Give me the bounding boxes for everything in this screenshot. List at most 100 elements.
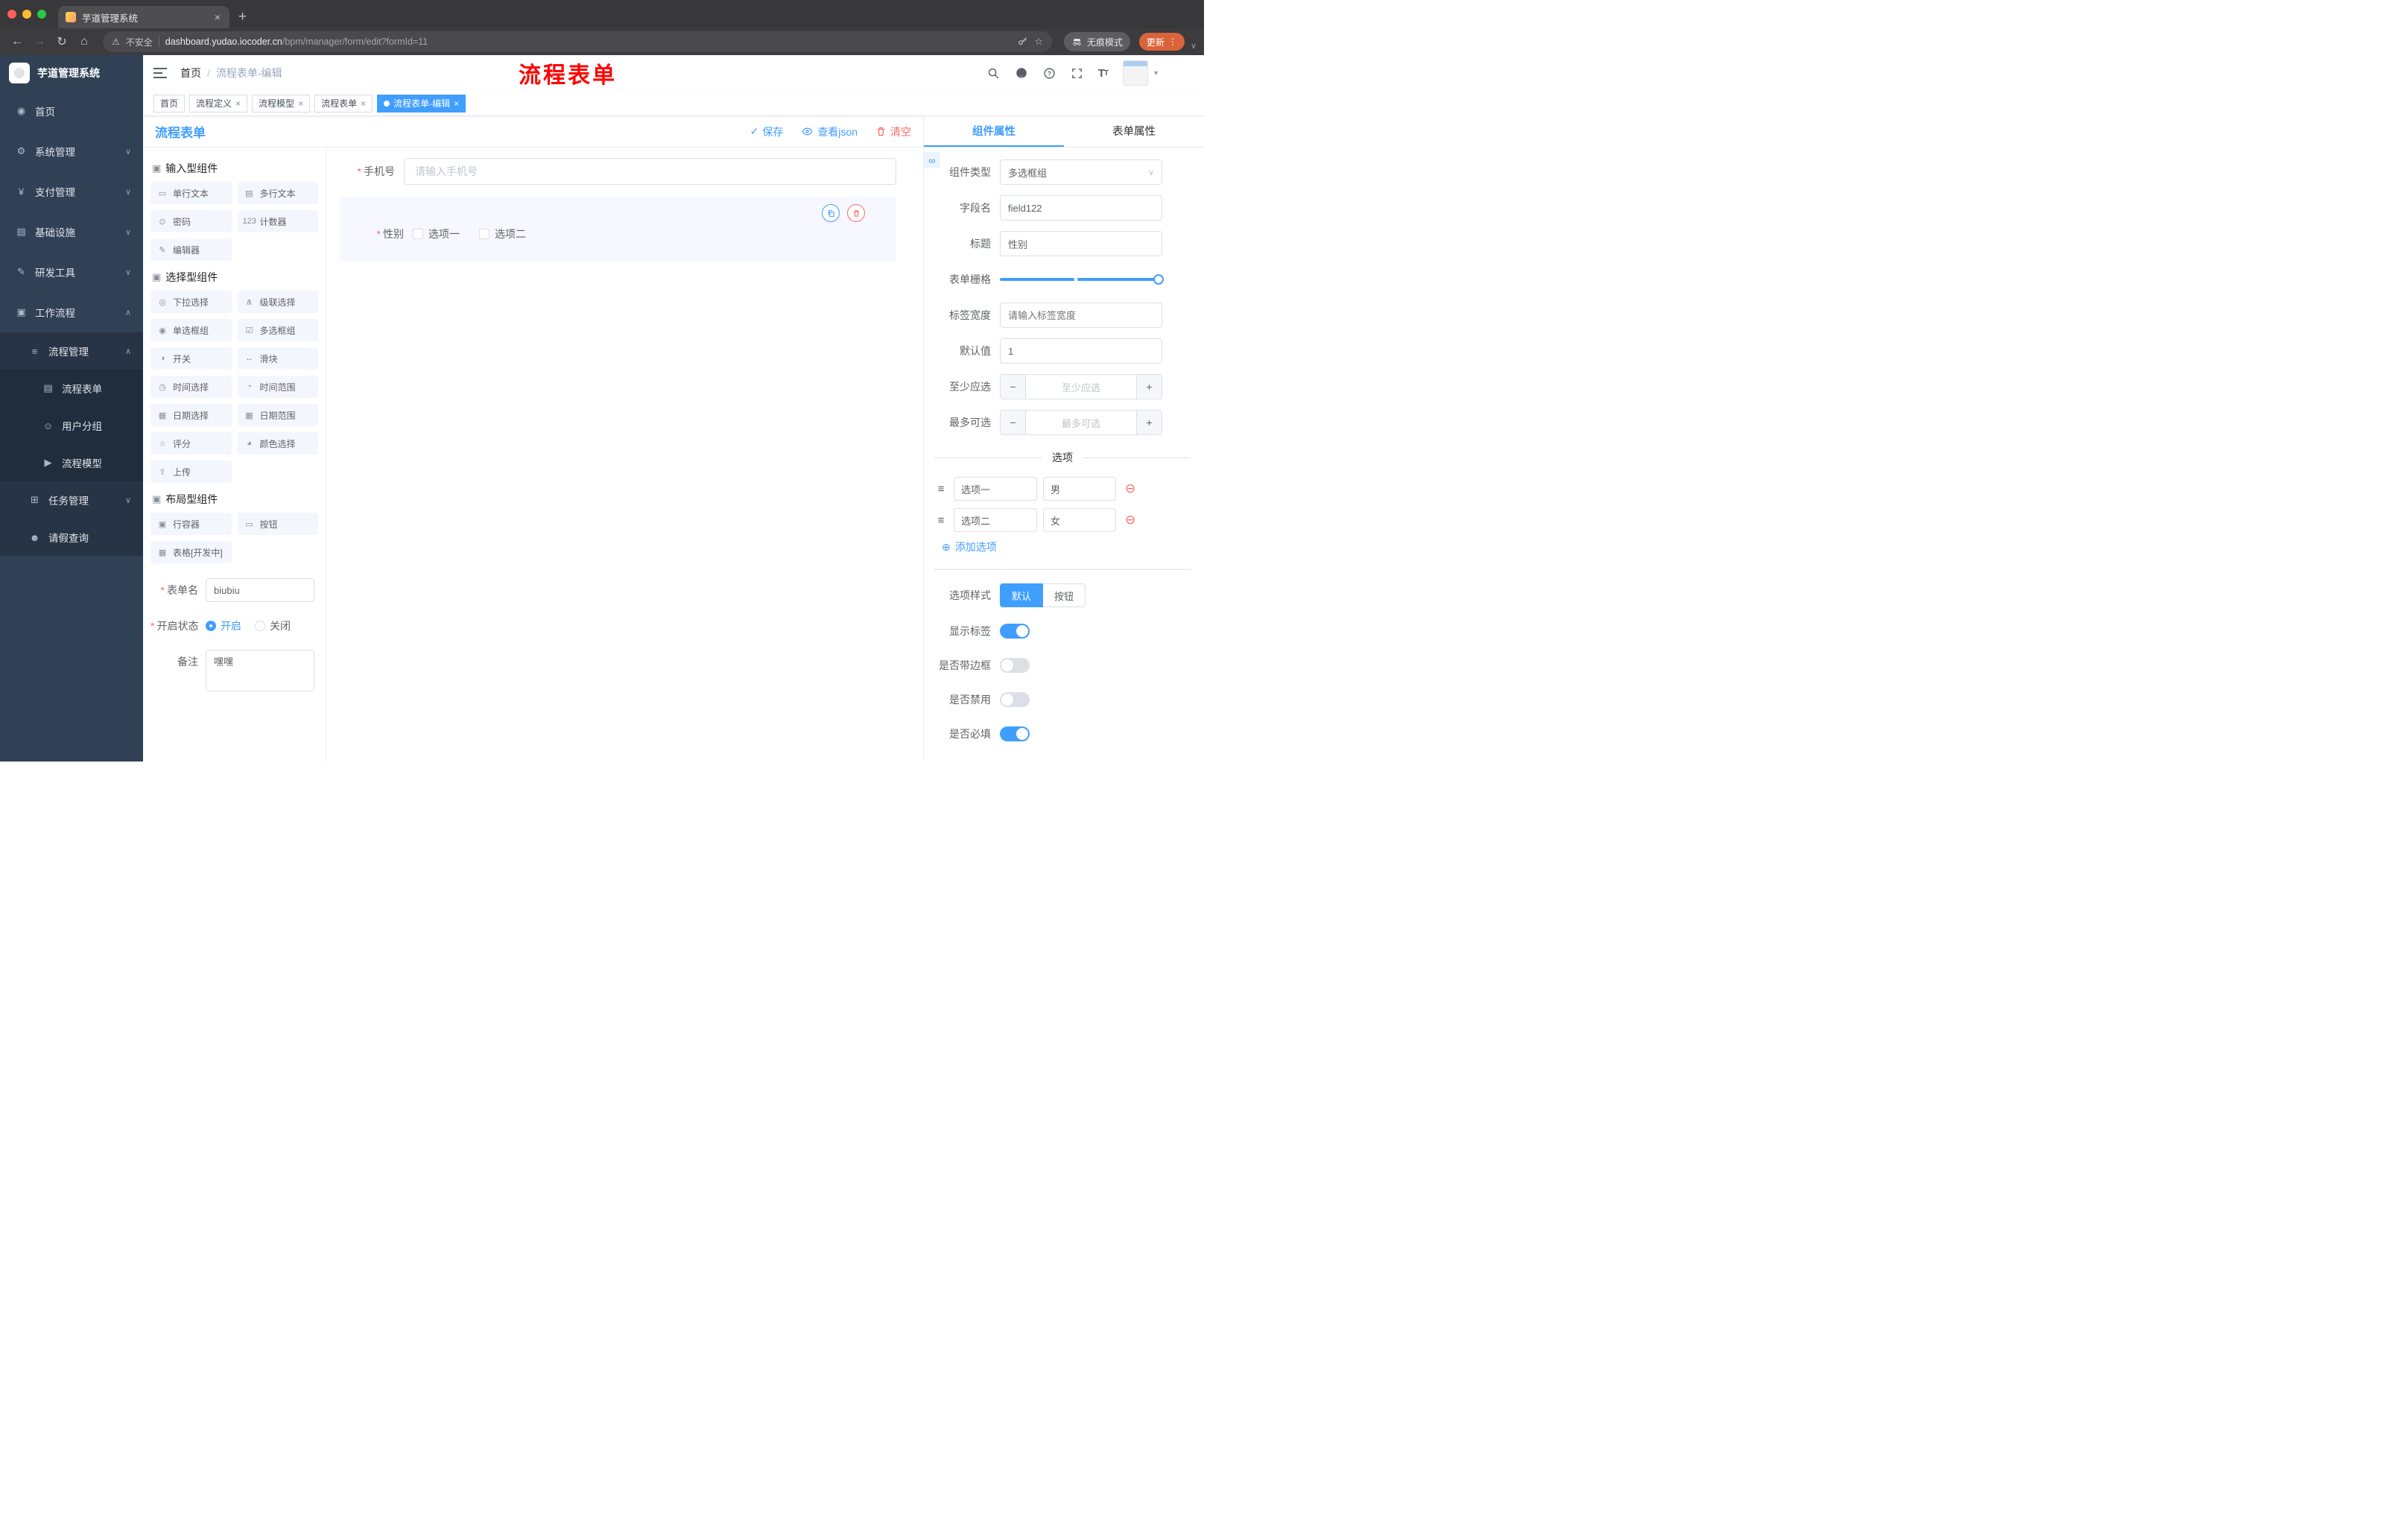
component-cascader[interactable]: ⋔ 级联选择 (237, 291, 318, 313)
font-size-icon[interactable]: TT (1098, 67, 1109, 80)
sidebar-item-process-model[interactable]: ▶ 流程模型 (0, 444, 143, 481)
address-bar[interactable]: ⚠ 不安全 dashboard.yudao.iocoder.cn/bpm/man… (103, 31, 1052, 52)
copy-field-button[interactable] (822, 204, 840, 222)
remark-textarea[interactable]: 嘿嘿 (206, 650, 314, 691)
window-minimize-button[interactable] (22, 10, 31, 19)
component-slider[interactable]: ↔ 滑块 (237, 347, 318, 370)
fullscreen-icon[interactable] (1071, 67, 1083, 80)
view-json-button[interactable]: 查看json (801, 124, 858, 139)
component-row-container[interactable]: ▣ 行容器 (150, 513, 232, 535)
component-date-range[interactable]: ▦ 日期范围 (237, 404, 318, 426)
close-icon[interactable]: × (235, 98, 241, 109)
remove-option-icon[interactable]: ⊖ (1125, 481, 1135, 496)
phone-input[interactable] (404, 158, 896, 185)
field-name-input[interactable] (1000, 195, 1162, 221)
reload-button[interactable]: ↻ (52, 32, 72, 51)
hamburger-icon[interactable] (150, 63, 170, 83)
decrease-button[interactable]: − (1001, 375, 1026, 399)
close-icon[interactable]: × (298, 98, 303, 109)
tag-process-definition[interactable]: 流程定义 × (189, 94, 248, 113)
disabled-toggle[interactable] (1000, 692, 1030, 707)
tag-home[interactable]: 首页 (153, 94, 186, 113)
avatar[interactable] (1122, 60, 1148, 86)
option-label-input[interactable] (954, 508, 1037, 532)
option-value-input[interactable] (1043, 508, 1116, 532)
add-option-button[interactable]: ⊕ 添加选项 (942, 539, 1191, 554)
tag-process-form-edit[interactable]: 流程表单-编辑 × (377, 94, 466, 113)
max-select-value[interactable]: 最多可选 (1026, 411, 1136, 434)
sidebar-item-system[interactable]: ⚙ 系统管理 ∨ (0, 131, 143, 171)
sidebar-item-leave-query[interactable]: ☻ 请假查询 (0, 519, 143, 556)
tab-close-icon[interactable]: × (213, 11, 222, 23)
component-time-picker[interactable]: ◷ 时间选择 (150, 376, 232, 398)
tab-component-props[interactable]: 组件属性 (924, 116, 1064, 147)
form-canvas[interactable]: * 手机号 请输入手机号 * 性别 选项一 选项二 (326, 148, 923, 762)
component-table[interactable]: ▦ 表格[开发中] (150, 541, 232, 563)
component-checkbox-group[interactable]: ☑ 多选框组 (237, 319, 318, 341)
option-label-input[interactable] (954, 477, 1037, 501)
tag-process-model[interactable]: 流程模型 × (252, 94, 311, 113)
link-icon[interactable]: ∞ (924, 152, 940, 168)
component-editor[interactable]: ✎ 编辑器 (150, 238, 232, 261)
tag-process-form[interactable]: 流程表单 × (314, 94, 373, 113)
sidebar-item-infra[interactable]: ▤ 基础设施 ∨ (0, 212, 143, 252)
search-icon[interactable] (987, 67, 1000, 80)
component-button[interactable]: ▭ 按钮 (237, 513, 318, 535)
show-label-toggle[interactable] (1000, 624, 1030, 639)
sidebar-item-task-management[interactable]: ⊞ 任务管理 ∨ (0, 481, 143, 519)
style-default-button[interactable]: 默认 (1000, 583, 1044, 607)
gender-option-1-checkbox[interactable]: 选项一 (413, 227, 460, 241)
component-password[interactable]: ⊙ 密码 (150, 210, 232, 232)
back-button[interactable]: ← (7, 32, 27, 51)
component-select[interactable]: ◎ 下拉选择 (150, 291, 232, 313)
component-counter[interactable]: 123 计数器 (237, 210, 318, 232)
canvas-field-phone[interactable]: * 手机号 (340, 158, 896, 185)
component-upload[interactable]: ⇧ 上传 (150, 460, 232, 483)
default-value-input[interactable] (1000, 338, 1162, 364)
breadcrumb-home[interactable]: 首页 (180, 66, 201, 80)
slider-handle[interactable] (1153, 274, 1164, 285)
increase-button[interactable]: + (1136, 375, 1162, 399)
sidebar-item-user-group[interactable]: ☺ 用户分组 (0, 407, 143, 444)
form-grid-slider[interactable] (1000, 267, 1164, 292)
sidebar-item-workflow[interactable]: ▣ 工作流程 ∧ (0, 292, 143, 332)
window-zoom-button[interactable] (37, 10, 46, 19)
window-close-button[interactable] (7, 10, 16, 19)
sidebar-item-process-management[interactable]: ≡ 流程管理 ∧ (0, 332, 143, 370)
component-rate[interactable]: ☆ 评分 (150, 432, 232, 455)
home-button[interactable]: ⌂ (75, 32, 94, 51)
github-icon[interactable] (1015, 66, 1028, 80)
bookmark-star-icon[interactable]: ☆ (1034, 36, 1043, 48)
sidebar-item-payment[interactable]: ¥ 支付管理 ∨ (0, 171, 143, 212)
save-button[interactable]: ✓ 保存 (750, 124, 784, 139)
new-tab-button[interactable]: + (238, 9, 247, 25)
increase-button[interactable]: + (1136, 411, 1162, 434)
status-on-radio[interactable]: 开启 (206, 614, 241, 638)
close-icon[interactable]: × (454, 98, 459, 109)
password-key-icon[interactable] (1018, 37, 1028, 47)
remove-option-icon[interactable]: ⊖ (1125, 513, 1135, 528)
form-name-input[interactable] (206, 578, 314, 602)
clear-button[interactable]: 清空 (875, 124, 911, 139)
required-toggle[interactable] (1000, 726, 1030, 741)
decrease-button[interactable]: − (1001, 411, 1026, 434)
component-color-picker[interactable]: ◕ 颜色选择 (237, 432, 318, 455)
delete-field-button[interactable] (847, 204, 865, 222)
component-single-line-text[interactable]: ▭ 单行文本 (150, 182, 232, 204)
option-value-input[interactable] (1043, 477, 1116, 501)
drag-handle-icon[interactable]: ≡ (934, 514, 948, 527)
status-off-radio[interactable]: 关闭 (255, 614, 291, 638)
component-switch[interactable]: ◑ 开关 (150, 347, 232, 370)
style-button-button[interactable]: 按钮 (1043, 583, 1086, 607)
browser-tab[interactable]: 芋道管理系统 × (58, 6, 229, 28)
update-browser-button[interactable]: 更新 ⋮ (1138, 33, 1185, 51)
toolbar-overflow-chevron-icon[interactable]: ∨ (1191, 41, 1197, 51)
component-time-range[interactable]: ◔ 时间范围 (237, 376, 318, 398)
sidebar-item-home[interactable]: ◉ 首页 (0, 91, 143, 131)
component-date-picker[interactable]: ▦ 日期选择 (150, 404, 232, 426)
max-select-stepper[interactable]: − 最多可选 + (1000, 410, 1162, 435)
sidebar-item-devtools[interactable]: ✎ 研发工具 ∨ (0, 252, 143, 292)
gender-option-2-checkbox[interactable]: 选项二 (479, 227, 526, 241)
tab-form-props[interactable]: 表单属性 (1064, 116, 1204, 147)
forward-button[interactable]: → (30, 32, 49, 51)
